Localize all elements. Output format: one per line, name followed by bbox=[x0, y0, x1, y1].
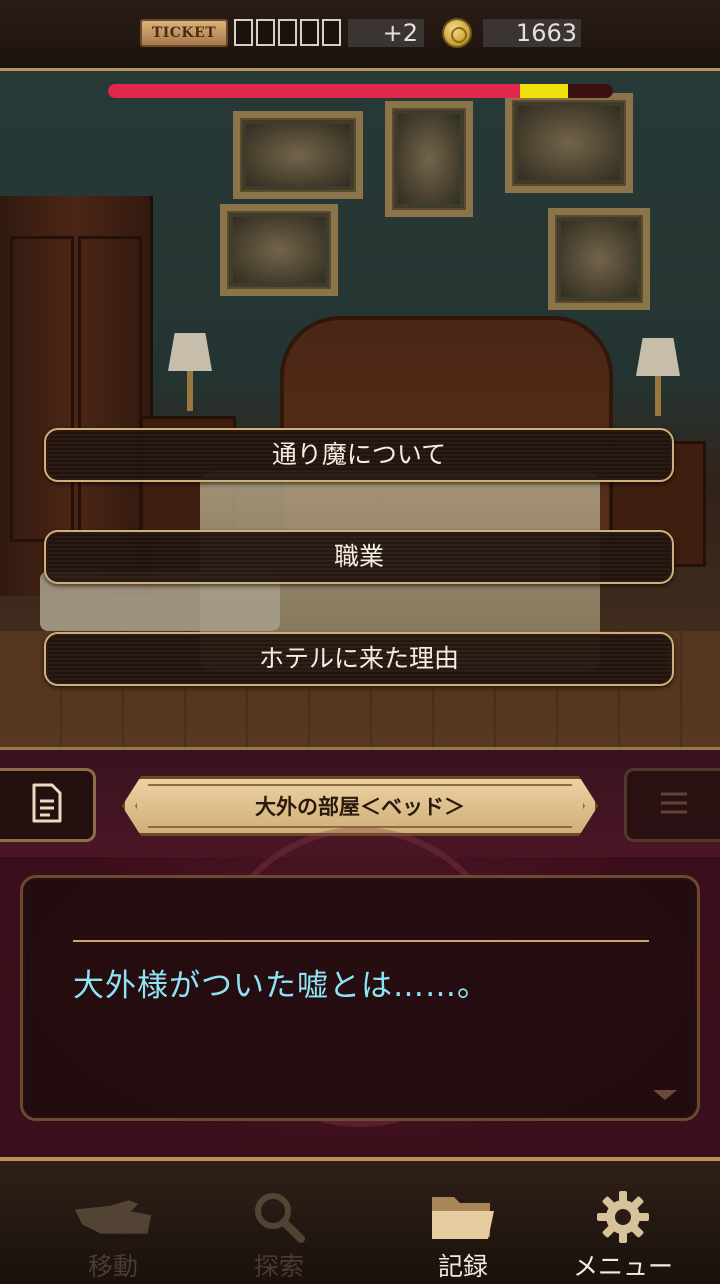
dialogue-box[interactable]: 大外様がついた嘘とは……。 bbox=[20, 875, 700, 1121]
coin-icon bbox=[442, 18, 472, 48]
nav-move-label: 移動 bbox=[87, 1252, 138, 1281]
notes-button[interactable] bbox=[0, 768, 96, 842]
dialogue-text: 大外様がついた嘘とは……。 bbox=[73, 968, 489, 1004]
nav-record-label: 記録 bbox=[437, 1252, 488, 1281]
ticket-slot bbox=[234, 19, 253, 46]
ticket-slot bbox=[322, 19, 341, 46]
ticket-bonus: +2 bbox=[348, 19, 424, 47]
nav-search-label: 探索 bbox=[253, 1252, 304, 1281]
document-icon bbox=[30, 783, 64, 827]
ticket-slot bbox=[278, 19, 297, 46]
advance-arrow-icon bbox=[653, 1090, 677, 1100]
nav-record-button[interactable]: 記録 bbox=[388, 1161, 538, 1284]
choice-button[interactable]: 通り魔について bbox=[44, 428, 674, 482]
gear-icon bbox=[583, 1189, 663, 1245]
ticket-slot bbox=[256, 19, 275, 46]
timer-bar-warning bbox=[519, 84, 568, 98]
location-label: 大外の部屋＜ベッド＞ bbox=[255, 795, 465, 819]
folder-icon bbox=[423, 1189, 503, 1245]
nav-menu-button[interactable]: メニュー bbox=[548, 1161, 698, 1284]
bottom-navigation: 移動 探索 記録 メニュー bbox=[0, 1157, 720, 1284]
nav-search-button[interactable]: 探索 bbox=[204, 1161, 354, 1284]
ticket-label: TICKET bbox=[151, 25, 217, 41]
choice-button[interactable]: 職業 bbox=[44, 530, 674, 584]
ticket-slot bbox=[300, 19, 319, 46]
timer-bar-fill bbox=[108, 84, 568, 98]
nav-move-button[interactable]: 移動 bbox=[38, 1161, 188, 1284]
ticket-icon: TICKET bbox=[140, 19, 228, 47]
timer-bar bbox=[108, 84, 613, 98]
nav-menu-label: メニュー bbox=[572, 1252, 673, 1281]
dialogue-divider bbox=[73, 940, 649, 942]
list-icon bbox=[659, 791, 689, 819]
ticket-slots bbox=[234, 19, 341, 46]
coin-count: 1663 bbox=[483, 19, 581, 47]
top-status-bar: TICKET +2 1663 bbox=[0, 0, 720, 71]
list-button[interactable] bbox=[624, 768, 720, 842]
search-icon bbox=[239, 1189, 319, 1245]
scene-bedroom: 通り魔について 職業 ホテルに来た理由 bbox=[0, 71, 720, 747]
dialogue-area: 大外様がついた嘘とは……。 bbox=[0, 827, 720, 1157]
move-hand-icon bbox=[73, 1189, 153, 1245]
choice-button[interactable]: ホテルに来た理由 bbox=[44, 632, 674, 686]
